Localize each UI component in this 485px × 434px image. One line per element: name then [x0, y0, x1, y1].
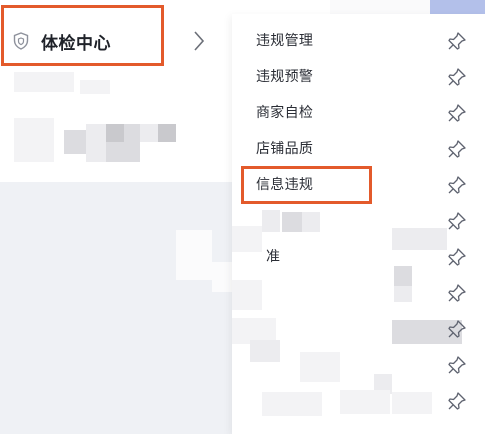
- submenu-item[interactable]: [232, 274, 485, 310]
- redacted-block: [14, 118, 54, 162]
- sidebar-section-title: 体检中心: [41, 34, 111, 54]
- redacted-block: [176, 230, 212, 280]
- top-accent-block: [430, 0, 485, 14]
- pin-icon[interactable]: [447, 175, 467, 195]
- submenu-item-info-violation[interactable]: 信息违规: [232, 166, 485, 202]
- chevron-right-icon[interactable]: [192, 30, 206, 52]
- pin-icon[interactable]: [447, 31, 467, 51]
- pin-icon[interactable]: [447, 319, 467, 339]
- redacted-block: [158, 124, 176, 142]
- submenu-item-merchant-self-check[interactable]: 商家自检: [232, 94, 485, 130]
- submenu-item-violation-management[interactable]: 违规管理: [232, 22, 485, 58]
- submenu-item-label: 商家自检: [256, 105, 314, 121]
- pin-icon[interactable]: [447, 211, 467, 231]
- pin-icon[interactable]: [447, 391, 467, 411]
- submenu-item-violation-warning[interactable]: 违规预警: [232, 58, 485, 94]
- redacted-block: [80, 80, 110, 94]
- pin-icon[interactable]: [447, 283, 467, 303]
- pin-icon[interactable]: [447, 247, 467, 267]
- submenu-item-label: 违规预警: [256, 69, 314, 85]
- redacted-block: [124, 124, 140, 162]
- submenu-item[interactable]: [232, 310, 485, 346]
- shield-icon: [13, 32, 29, 50]
- submenu-item-store-quality[interactable]: 店铺品质: [232, 130, 485, 166]
- redacted-block: [140, 124, 158, 142]
- submenu-item-label: 信息违规: [256, 177, 314, 193]
- submenu-item[interactable]: 准: [232, 238, 485, 274]
- pin-icon[interactable]: [447, 67, 467, 87]
- submenu-item[interactable]: [232, 202, 485, 238]
- submenu-item-label: 店铺品质: [256, 141, 314, 157]
- pin-icon[interactable]: [447, 139, 467, 159]
- submenu-item-label: 准: [266, 249, 281, 265]
- submenu-item[interactable]: [232, 346, 485, 382]
- sidebar-section-health-check[interactable]: 体检中心: [0, 10, 232, 70]
- submenu-item-label: 违规管理: [256, 33, 314, 49]
- submenu-item[interactable]: [232, 382, 485, 418]
- redacted-block: [64, 130, 86, 154]
- redacted-block: [106, 142, 124, 162]
- content-area: [0, 182, 232, 434]
- redacted-block: [14, 72, 74, 92]
- redacted-block: [212, 262, 232, 292]
- pin-icon[interactable]: [447, 355, 467, 375]
- redacted-block: [106, 124, 124, 142]
- redacted-block: [86, 124, 106, 162]
- pin-icon[interactable]: [447, 103, 467, 123]
